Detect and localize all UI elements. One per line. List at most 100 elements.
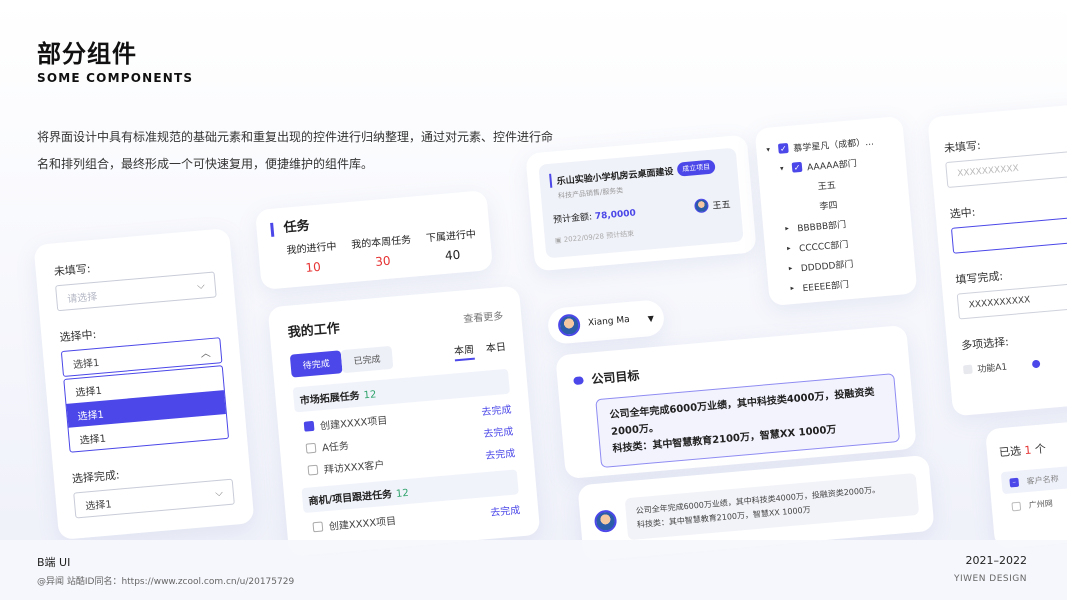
caret-down-icon: ▼ bbox=[647, 313, 655, 323]
avatar bbox=[693, 198, 710, 214]
selected-label: 选中: bbox=[949, 205, 976, 221]
goal-icon bbox=[573, 375, 584, 385]
amount-label: 预计金额: bbox=[552, 211, 593, 226]
table-row: 广州网 bbox=[1003, 494, 1067, 513]
task-stat-label: 下属进行中 bbox=[425, 229, 477, 245]
goal-title: 公司目标 bbox=[590, 368, 640, 387]
group-name: 商机/项目跟进任务 bbox=[308, 489, 393, 508]
tree-node-label: DDDDD部门 bbox=[800, 259, 854, 274]
tree-node-label: AAAAA部门 bbox=[806, 158, 858, 173]
footer-brand: B端 UI bbox=[37, 556, 71, 569]
task-stat[interactable]: 我的进行中 10 bbox=[286, 237, 339, 276]
select-card: 未填写: 请选择 ⌵ 选择中: 选择1 ︿ 选择1 选择1 选择1 选择完成: … bbox=[33, 228, 255, 540]
task-stat[interactable]: 下属进行中 40 bbox=[425, 225, 478, 264]
task-stat-value: 40 bbox=[444, 247, 461, 263]
checkbox[interactable] bbox=[312, 520, 324, 532]
select-value: 选择1 bbox=[84, 498, 113, 513]
work-card-title: 我的工作 bbox=[287, 321, 341, 341]
multi-select-label: 多项选择: bbox=[960, 335, 1010, 353]
task-stat-label: 我的本周任务 bbox=[350, 234, 412, 251]
option-label: 功能A1 bbox=[977, 362, 1008, 376]
filled-input[interactable]: XXXXXXXXXX bbox=[956, 282, 1067, 320]
done-select[interactable]: 选择1 ⌵ bbox=[73, 478, 235, 519]
avatar bbox=[593, 509, 618, 534]
expand-arrow-icon[interactable]: ▸ bbox=[787, 243, 800, 252]
chevron-down-icon: ⌵ bbox=[214, 487, 224, 499]
column-header: 客户名称 bbox=[1026, 473, 1059, 486]
group-name: 市场拓展任务 bbox=[299, 390, 361, 407]
unfilled-select[interactable]: 请选择 ⌵ bbox=[55, 271, 217, 312]
table-header: – 客户名称 bbox=[1000, 463, 1067, 495]
checkbox[interactable] bbox=[1011, 501, 1022, 512]
task-stat-value: 10 bbox=[304, 259, 322, 276]
project-date: 2022/09/28 bbox=[563, 232, 605, 244]
task-text: A任务 bbox=[321, 440, 350, 455]
checkbox[interactable] bbox=[305, 442, 317, 454]
amount-value: 78,0000 bbox=[594, 208, 637, 222]
calendar-icon: ▣ bbox=[554, 236, 562, 245]
tree-node-label: CCCCC部门 bbox=[798, 239, 849, 254]
tree-node-label: EEEEE部门 bbox=[802, 279, 850, 294]
selected-count: 1 bbox=[1023, 443, 1033, 458]
expand-arrow-icon[interactable]: ▸ bbox=[790, 283, 803, 292]
expand-arrow-icon[interactable]: ▸ bbox=[785, 223, 798, 232]
tree-node-label: BBBBB部门 bbox=[796, 219, 847, 234]
group-count: 12 bbox=[363, 389, 377, 402]
org-tree-card: ▾ ✓ 慕学星凡（成都）... ▾ ✓ AAAAA部门 王五 李四 ▸ BBBBB部门 ▸ CCCCC… bbox=[754, 115, 918, 307]
select-all-checkbox[interactable]: – bbox=[1009, 477, 1020, 487]
focused-input[interactable] bbox=[950, 216, 1067, 254]
project-card[interactable]: 乐山实验小学机房云桌面建设 成立项目 科技产品销售/服务类 预计金额: 78,0… bbox=[525, 134, 757, 272]
form-fields-card: 未填写: XXXXXXXXXX 选中: 填写完成: XXXXXXXXXX 多项选… bbox=[927, 103, 1067, 417]
expand-arrow-icon[interactable]: ▾ bbox=[780, 164, 793, 172]
tab-today[interactable]: 本日 bbox=[485, 338, 507, 359]
filled-label: 填写完成: bbox=[954, 269, 1004, 287]
segment-pending[interactable]: 待完成 bbox=[289, 350, 343, 378]
selected-prefix: 已选 bbox=[998, 444, 1022, 460]
group-count: 12 bbox=[395, 487, 410, 500]
comment-bubble: 公司全年完成6000万业绩，其中科技类4000万，投融资类2000万。 科技类：… bbox=[624, 472, 920, 541]
page-subtitle: SOME COMPONENTS bbox=[37, 71, 194, 85]
selected-count-label: 已选 1 个 bbox=[998, 436, 1067, 460]
complete-link[interactable]: 去完成 bbox=[483, 423, 514, 441]
complete-link[interactable]: 去完成 bbox=[490, 501, 521, 519]
page-description: 将界面设计中具有标准规范的基础元素和重复出现的控件进行归纳整理，通过对元素、控件… bbox=[37, 130, 554, 171]
goal-text-box[interactable]: 公司全年完成6000万业绩，其中科技类4000万，投融资类2000万。 科技类：… bbox=[595, 373, 901, 468]
checkbox-checked-icon[interactable]: ✓ bbox=[791, 161, 803, 173]
select-value: 选择1 bbox=[72, 357, 100, 371]
company-goal-card: 公司目标 公司全年完成6000万业绩，其中科技类4000万，投融资类2000万。… bbox=[555, 324, 917, 480]
page-title: 部分组件 bbox=[37, 40, 137, 68]
avatar bbox=[557, 313, 582, 338]
expand-arrow-icon[interactable]: ▾ bbox=[766, 145, 779, 154]
user-name: Xiang Ma bbox=[587, 314, 631, 329]
task-stat-label: 我的进行中 bbox=[286, 241, 337, 257]
owner-name: 王五 bbox=[712, 199, 731, 212]
tree-node-label: 李四 bbox=[819, 200, 838, 212]
footer-credit: @异闻 站酷ID同名：https://www.zcool.com.cn/u/20… bbox=[37, 577, 295, 587]
checkbox[interactable] bbox=[962, 364, 973, 375]
selected-suffix: 个 bbox=[1034, 442, 1047, 457]
task-summary-card: 任务 我的进行中 10 我的本周任务 30 下属进行中 40 bbox=[254, 190, 494, 290]
footer-years: 2021–2022 bbox=[965, 554, 1028, 567]
checkbox[interactable] bbox=[303, 420, 315, 432]
radio-dot-icon[interactable] bbox=[1031, 359, 1041, 368]
tab-this-week[interactable]: 本周 bbox=[453, 340, 475, 362]
checkbox-checked-icon[interactable]: ✓ bbox=[777, 142, 789, 154]
complete-link[interactable]: 去完成 bbox=[481, 401, 512, 419]
expand-arrow-icon[interactable]: ▸ bbox=[788, 263, 801, 272]
user-dropdown[interactable]: Xiang Ma ▼ bbox=[546, 299, 666, 345]
checkbox[interactable] bbox=[307, 464, 319, 476]
task-stat-value: 30 bbox=[374, 253, 392, 269]
footer: B端 UI @异闻 站酷ID同名：https://www.zcool.com.c… bbox=[0, 540, 1067, 600]
view-more-link[interactable]: 查看更多 bbox=[463, 307, 504, 325]
cell-value: 广州网 bbox=[1028, 498, 1054, 510]
footer-studio: YIWEN DESIGN bbox=[953, 574, 1027, 584]
task-text: 拜访XXX客户 bbox=[323, 459, 385, 477]
task-text: 创建XXXX项目 bbox=[328, 516, 397, 533]
select-placeholder: 请选择 bbox=[66, 291, 98, 305]
complete-link[interactable]: 去完成 bbox=[485, 444, 516, 462]
task-stat[interactable]: 我的本周任务 30 bbox=[351, 231, 414, 271]
segment-done[interactable]: 已完成 bbox=[340, 345, 394, 374]
unfilled-input[interactable]: XXXXXXXXXX bbox=[945, 150, 1067, 189]
